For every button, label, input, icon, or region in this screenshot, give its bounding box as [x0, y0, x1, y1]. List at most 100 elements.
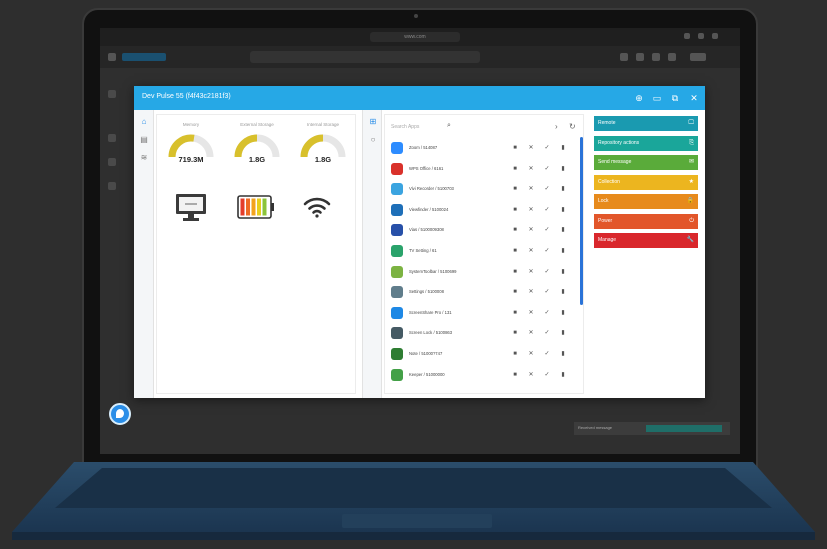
app-name: Note / 51000?747 [409, 351, 443, 356]
delete-icon[interactable]: ■ [511, 329, 519, 337]
chevron-right-icon[interactable]: › [555, 122, 558, 131]
list-item[interactable]: Settings / 5100008 ■ ✕ ✓ ▮ [385, 283, 575, 304]
search-icon[interactable]: ⌕ [447, 122, 451, 130]
manage-button[interactable]: Manage 🔧 [594, 233, 698, 248]
list-item[interactable]: ScreenShare Pro / 131 ■ ✕ ✓ ▮ [385, 304, 575, 325]
home-icon[interactable] [652, 53, 660, 61]
crosshair-icon[interactable]: ⊕ [632, 91, 646, 105]
check-icon[interactable]: ✓ [543, 371, 551, 379]
trash-icon[interactable]: ▮ [559, 329, 567, 337]
repository-actions-button[interactable]: Repository actions ⎘ [594, 135, 698, 151]
delete-icon[interactable]: ■ [511, 371, 519, 379]
app-name: ScreenShare Pro / 131 [409, 309, 452, 315]
list-item[interactable]: TV Setting / 61 ■ ✕ ✓ ▮ [385, 242, 575, 263]
nav-apps-icon[interactable] [108, 158, 116, 166]
collection-button[interactable]: Collection ★ [594, 174, 698, 190]
info-tab-icon[interactable]: ▤ [138, 134, 150, 146]
check-icon[interactable]: ✓ [543, 206, 551, 214]
trash-icon[interactable]: ▮ [559, 288, 567, 296]
delete-icon[interactable]: ■ [511, 165, 519, 173]
trash-icon[interactable]: ▮ [559, 309, 567, 317]
list-item[interactable]: Screen Lock / 5100863 ■ ✕ ✓ ▮ [385, 324, 575, 345]
action-label: Collection [598, 178, 620, 185]
stop-icon[interactable]: ✕ [527, 185, 535, 193]
stop-icon[interactable]: ✕ [527, 144, 535, 152]
check-icon[interactable]: ✓ [543, 165, 551, 173]
trash-icon[interactable]: ▮ [559, 268, 567, 276]
home-tab-icon[interactable]: ⌂ [138, 116, 150, 128]
trash-icon[interactable]: ▮ [559, 165, 567, 173]
send-message-button[interactable]: Send message ✉ [594, 155, 698, 170]
stop-icon[interactable]: ✕ [527, 371, 535, 379]
check-icon[interactable]: ✓ [543, 247, 551, 255]
lock-button[interactable]: Lock 🔒 [594, 194, 698, 209]
check-icon[interactable]: ✓ [543, 288, 551, 296]
check-icon[interactable]: ✓ [543, 329, 551, 337]
user-avatar[interactable] [690, 53, 706, 61]
stop-icon[interactable]: ✕ [527, 329, 535, 337]
delete-icon[interactable]: ■ [511, 350, 519, 358]
hamburger-icon[interactable] [108, 53, 116, 61]
notification-icon[interactable] [620, 53, 628, 61]
nav-devices-icon[interactable] [108, 134, 116, 142]
delete-icon[interactable]: ■ [511, 206, 519, 214]
list-item[interactable]: SystemToolbar / 5100699 ■ ✕ ✓ ▮ [385, 263, 575, 284]
stop-icon[interactable]: ✕ [527, 288, 535, 296]
delete-icon[interactable]: ■ [511, 309, 519, 317]
trash-icon[interactable]: ▮ [559, 226, 567, 234]
check-icon[interactable]: ✓ [543, 226, 551, 234]
delete-icon[interactable]: ■ [511, 288, 519, 296]
settings-icon[interactable] [668, 53, 676, 61]
expand-icon[interactable]: ⧉ [668, 91, 682, 105]
trash-icon[interactable]: ▮ [559, 206, 567, 214]
list-item[interactable]: Vivi Recorder / 5100703 ■ ✕ ✓ ▮ [385, 180, 575, 201]
list-item[interactable]: Note / 51000?747 ■ ✕ ✓ ▮ [385, 345, 575, 366]
network-tab-icon[interactable]: ≋ [138, 152, 150, 164]
stop-icon[interactable]: ✕ [527, 226, 535, 234]
screen-icon[interactable]: ▭ [650, 91, 664, 105]
browser-url-bar[interactable]: www.com [370, 32, 460, 42]
delete-icon[interactable]: ■ [511, 226, 519, 234]
nav-dashboard-icon[interactable] [108, 90, 116, 98]
list-item[interactable]: Zoom / 514087 ■ ✕ ✓ ▮ [385, 139, 575, 160]
list-item[interactable]: Viewfinder / 5100024 ■ ✕ ✓ ▮ [385, 201, 575, 222]
delete-icon[interactable]: ■ [511, 247, 519, 255]
app-icon [391, 245, 403, 257]
stop-icon[interactable]: ✕ [527, 206, 535, 214]
trash-icon[interactable]: ▮ [559, 350, 567, 358]
check-icon[interactable]: ✓ [543, 350, 551, 358]
trash-icon[interactable]: ▮ [559, 247, 567, 255]
delete-icon[interactable]: ■ [511, 268, 519, 276]
stop-icon[interactable]: ✕ [527, 247, 535, 255]
check-icon[interactable]: ✓ [543, 268, 551, 276]
chat-button[interactable] [109, 403, 131, 425]
trash-icon[interactable]: ▮ [559, 144, 567, 152]
remote-button[interactable]: Remote 🖵 [594, 116, 698, 131]
delete-icon[interactable]: ■ [511, 185, 519, 193]
check-icon[interactable]: ✓ [543, 144, 551, 152]
stop-icon[interactable]: ✕ [527, 165, 535, 173]
trash-icon[interactable]: ▮ [559, 185, 567, 193]
help-icon[interactable] [636, 53, 644, 61]
browser-profile-icon[interactable] [712, 33, 718, 39]
power-button[interactable]: Power ⏻ [594, 213, 698, 229]
circle-tab-icon[interactable]: ○ [367, 134, 379, 146]
stop-icon[interactable]: ✕ [527, 268, 535, 276]
browser-menu-icon[interactable] [684, 33, 690, 39]
close-icon[interactable]: ✕ [687, 91, 701, 105]
list-item[interactable]: Vias / 5100009308 ■ ✕ ✓ ▮ [385, 221, 575, 242]
trash-icon[interactable]: ▮ [559, 371, 567, 379]
list-item[interactable]: Keeper / 51000000 ■ ✕ ✓ ▮ [385, 366, 575, 387]
refresh-icon[interactable]: ↻ [569, 122, 576, 131]
check-icon[interactable]: ✓ [543, 185, 551, 193]
browser-extension-icon[interactable] [698, 33, 704, 39]
apps-scrollbar[interactable] [580, 137, 583, 305]
grid-tab-icon[interactable]: ⊞ [367, 116, 379, 128]
check-icon[interactable]: ✓ [543, 309, 551, 317]
stop-icon[interactable]: ✕ [527, 309, 535, 317]
list-item[interactable]: WPS Office / 6161 ■ ✕ ✓ ▮ [385, 160, 575, 181]
stop-icon[interactable]: ✕ [527, 350, 535, 358]
nav-reports-icon[interactable] [108, 182, 116, 190]
app-search-input[interactable] [250, 51, 480, 63]
delete-icon[interactable]: ■ [511, 144, 519, 152]
